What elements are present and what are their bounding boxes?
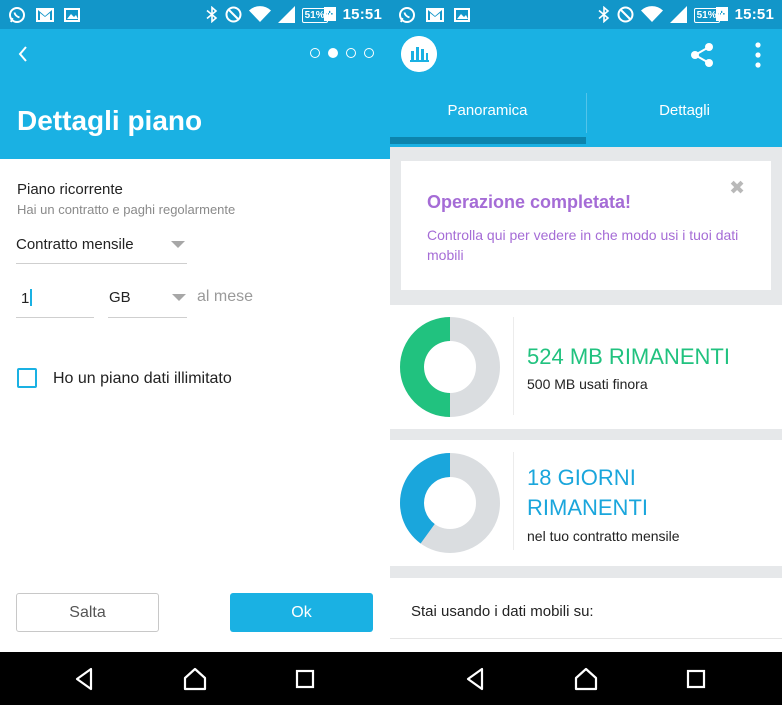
battery-icon: 51%+ (693, 5, 728, 23)
plan-type-sublabel: Hai un contratto e paghi regolarmente (17, 202, 236, 217)
recents-nav-icon[interactable] (683, 666, 709, 692)
data-amount-input[interactable]: 1 (16, 280, 94, 318)
step-dot-active (328, 48, 338, 58)
plan-type-label: Piano ricorrente (17, 181, 123, 198)
battery-percent: 51% (693, 8, 723, 23)
skip-button[interactable]: Salta (16, 593, 159, 632)
system-nav-bar (0, 652, 782, 705)
do-not-disturb-icon (617, 6, 634, 22)
back-nav-icon[interactable] (72, 666, 98, 692)
per-month-label: al mese (197, 288, 254, 305)
gallery-icon (64, 8, 80, 22)
days-remaining-subline: nel tuo contratto mensile (527, 528, 680, 544)
step-indicator (310, 48, 374, 58)
step-dot (364, 48, 374, 58)
success-card: Operazione completata! Controlla qui per… (401, 161, 771, 290)
usage-apps-card: Stai usando i dati mobili su: (390, 578, 782, 652)
success-title: Operazione completata! (427, 192, 632, 212)
active-tab-indicator (390, 137, 586, 144)
back-nav-icon[interactable] (463, 666, 489, 692)
whatsapp-icon (399, 7, 415, 23)
gmail-icon (36, 8, 54, 22)
data-remaining-card[interactable]: 524 MB RIMANENTI 500 MB usati finora (390, 305, 782, 429)
wifi-icon (640, 6, 663, 22)
divider (390, 638, 782, 639)
tab-overview[interactable]: Panoramica (390, 102, 585, 119)
home-nav-icon[interactable] (182, 666, 208, 692)
status-bar: 51%+ 15:51 (390, 0, 782, 29)
text-cursor (30, 289, 32, 306)
do-not-disturb-icon (225, 6, 242, 22)
data-usage-donut (400, 317, 500, 417)
card-divider (513, 317, 514, 415)
clock: 15:51 (734, 5, 774, 23)
card-divider (513, 452, 514, 550)
data-unit-value: GB (109, 289, 131, 306)
gallery-icon (454, 8, 470, 22)
close-icon[interactable]: ✖ (729, 177, 745, 200)
contract-type-select[interactable]: Contratto mensile (16, 226, 187, 264)
data-unit-select[interactable]: GB (108, 280, 187, 318)
tab-details[interactable]: Dettagli (587, 102, 782, 119)
data-used-subline: 500 MB usati finora (527, 376, 648, 392)
unlimited-plan-checkbox[interactable] (17, 368, 37, 388)
data-amount-value: 1 (21, 290, 30, 307)
recents-nav-icon[interactable] (292, 666, 318, 692)
home-nav-icon[interactable] (573, 666, 599, 692)
more-options-icon[interactable] (754, 41, 762, 69)
step-dot (310, 48, 320, 58)
gmail-icon (426, 8, 444, 22)
page-title: Dettagli piano (17, 105, 203, 136)
wifi-icon (248, 6, 271, 22)
usage-apps-label: Stai usando i dati mobili su: (411, 603, 594, 620)
bluetooth-icon (206, 5, 217, 23)
app-bar: Panoramica Dettagli (390, 29, 782, 147)
clock: 15:51 (342, 5, 382, 23)
ok-button[interactable]: Ok (230, 593, 373, 632)
battery-icon: 51%+ (301, 5, 336, 23)
dropdown-caret-icon (172, 294, 186, 301)
dropdown-caret-icon (171, 241, 185, 248)
battery-percent: 51% (301, 8, 331, 23)
unlimited-plan-label[interactable]: Ho un piano dati illimitato (53, 370, 232, 388)
app-logo-icon (401, 36, 437, 72)
step-dot (346, 48, 356, 58)
status-bar: 51%+ 15:51 (0, 0, 390, 29)
bluetooth-icon (598, 5, 609, 23)
contract-type-value: Contratto mensile (16, 236, 134, 253)
success-text: Controlla qui per vedere in che modo usi… (427, 227, 739, 263)
days-elapsed-donut (400, 453, 500, 553)
signal-icon (277, 5, 295, 23)
data-remaining-headline: 524 MB RIMANENTI (527, 344, 730, 369)
whatsapp-icon (9, 7, 25, 23)
back-arrow-icon[interactable] (14, 41, 34, 67)
share-icon[interactable] (688, 41, 716, 69)
plan-details-screen: 51%+ 15:51 Dettagli piano Piano ricorren… (0, 0, 390, 652)
data-used-arc (400, 317, 450, 417)
days-remaining-card[interactable]: 18 GIORNI RIMANENTI nel tuo contratto me… (390, 440, 782, 566)
signal-icon (669, 5, 687, 23)
days-remaining-headline: 18 GIORNI RIMANENTI (527, 465, 648, 520)
app-bar: Dettagli piano (0, 29, 390, 159)
overview-screen: 51%+ 15:51 Panoramica Dettagli Operazion… (390, 0, 782, 652)
